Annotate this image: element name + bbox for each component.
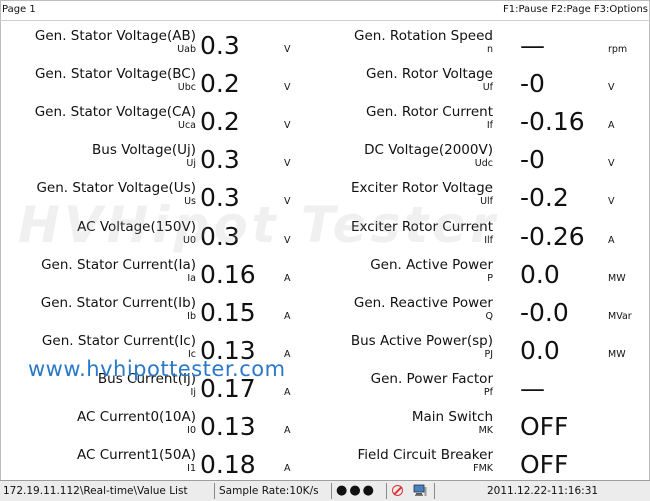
measurement-unit: V	[608, 196, 615, 208]
channel-indicators: ●●●	[336, 483, 377, 498]
measurement-label: Gen. Rotor Current	[365, 104, 493, 121]
measurement-value: -0.2	[520, 183, 569, 213]
measurement-unit: MW	[608, 348, 626, 360]
sample-rate: Sample Rate:10K/s	[219, 485, 319, 497]
measurement-value: —	[520, 31, 545, 60]
status-path: 172.19.11.112\Real-time\Value List	[3, 485, 188, 497]
computer-icon	[413, 484, 427, 496]
measurement-value: 0.0	[520, 259, 560, 289]
measurement-symbol: Uf	[482, 82, 493, 94]
status-separator	[331, 483, 332, 499]
measurement-symbol: Q	[485, 310, 493, 322]
measurement-label: Main Switch	[411, 409, 493, 425]
right-measurement-row: DC Voltage(2000V) Udc -0 V	[0, 138, 650, 176]
status-separator	[386, 483, 387, 499]
measurement-symbol: PJ	[484, 348, 493, 360]
measurement-value: -0	[520, 69, 545, 99]
measurement-symbol: MK	[478, 425, 493, 436]
measurement-label: Gen. Power Factor	[370, 370, 493, 387]
right-measurement-row: Exciter Rotor Voltage Ulf -0.2 V	[0, 176, 650, 214]
measurement-value: -0.0	[520, 297, 569, 327]
measurement-unit: V	[608, 158, 615, 170]
measurement-label: Field Circuit Breaker	[357, 447, 493, 464]
measurement-symbol: Udc	[474, 158, 493, 170]
measurement-unit: A	[608, 234, 615, 246]
measurement-label: DC Voltage(2000V)	[364, 142, 493, 159]
right-measurement-row: Main Switch MK OFF	[0, 405, 650, 443]
status-separator	[214, 483, 215, 499]
measurement-symbol: If	[486, 120, 493, 132]
right-measurement-row: Exciter Rotor Current Ilf -0.26 A	[0, 215, 650, 253]
measurement-symbol: Ilf	[484, 234, 493, 246]
measurement-symbol: P	[487, 272, 493, 284]
right-measurement-row: Gen. Rotation Speed n — rpm	[0, 24, 650, 62]
measurement-symbol: Pf	[483, 386, 493, 398]
measurement-value: OFF	[520, 412, 569, 441]
right-measurement-row: Field Circuit Breaker FMK OFF	[0, 443, 650, 481]
measurement-value: -0.26	[520, 221, 585, 251]
page-indicator: Page 1	[2, 4, 36, 15]
measurement-value: 0.0	[520, 335, 560, 365]
measurement-unit: V	[608, 82, 615, 94]
measurement-label: Exciter Rotor Current	[350, 218, 493, 235]
measurement-label: Gen. Rotation Speed	[354, 28, 493, 44]
measurement-value: —	[520, 373, 545, 403]
measurement-symbol: Ulf	[480, 196, 493, 208]
measurement-value: -0	[520, 145, 545, 175]
measurement-value: -0.16	[520, 107, 585, 137]
measurement-unit: rpm	[608, 44, 628, 55]
right-measurement-row: Gen. Reactive Power Q -0.0 MVar	[0, 291, 650, 329]
measurement-unit: A	[608, 120, 615, 132]
site-url-watermark: www.hvhipottester.com	[28, 357, 286, 381]
measurement-label: Bus Active Power(sp)	[350, 332, 493, 349]
measurement-label: Exciter Rotor Voltage	[351, 180, 493, 197]
status-separator	[434, 483, 435, 499]
measurement-label: Gen. Rotor Voltage	[366, 66, 493, 83]
measurement-symbol: n	[486, 44, 493, 55]
measurement-label: Gen. Reactive Power	[353, 294, 493, 311]
top-bar: Page 1 F1:Pause F2:Page F3:Options	[0, 0, 650, 20]
measurement-unit: MW	[608, 272, 626, 284]
measurement-symbol: FMK	[473, 463, 493, 475]
right-measurement-row: Gen. Active Power P 0.0 MW	[0, 253, 650, 291]
no-entry-icon	[392, 485, 403, 496]
measurement-value: OFF	[520, 450, 569, 480]
measurement-label: Gen. Active Power	[370, 256, 493, 273]
date-time: 2011.12.22-11:16:31	[487, 485, 599, 497]
right-measurement-row: Gen. Rotor Voltage Uf -0 V	[0, 62, 650, 100]
function-key-hints: F1:Pause F2:Page F3:Options	[502, 4, 648, 15]
top-divider	[0, 20, 650, 21]
measurement-unit: MVar	[608, 310, 632, 322]
status-bar: 172.19.11.112\Real-time\Value List Sampl…	[0, 480, 650, 501]
right-measurement-row: Gen. Rotor Current If -0.16 A	[0, 100, 650, 138]
